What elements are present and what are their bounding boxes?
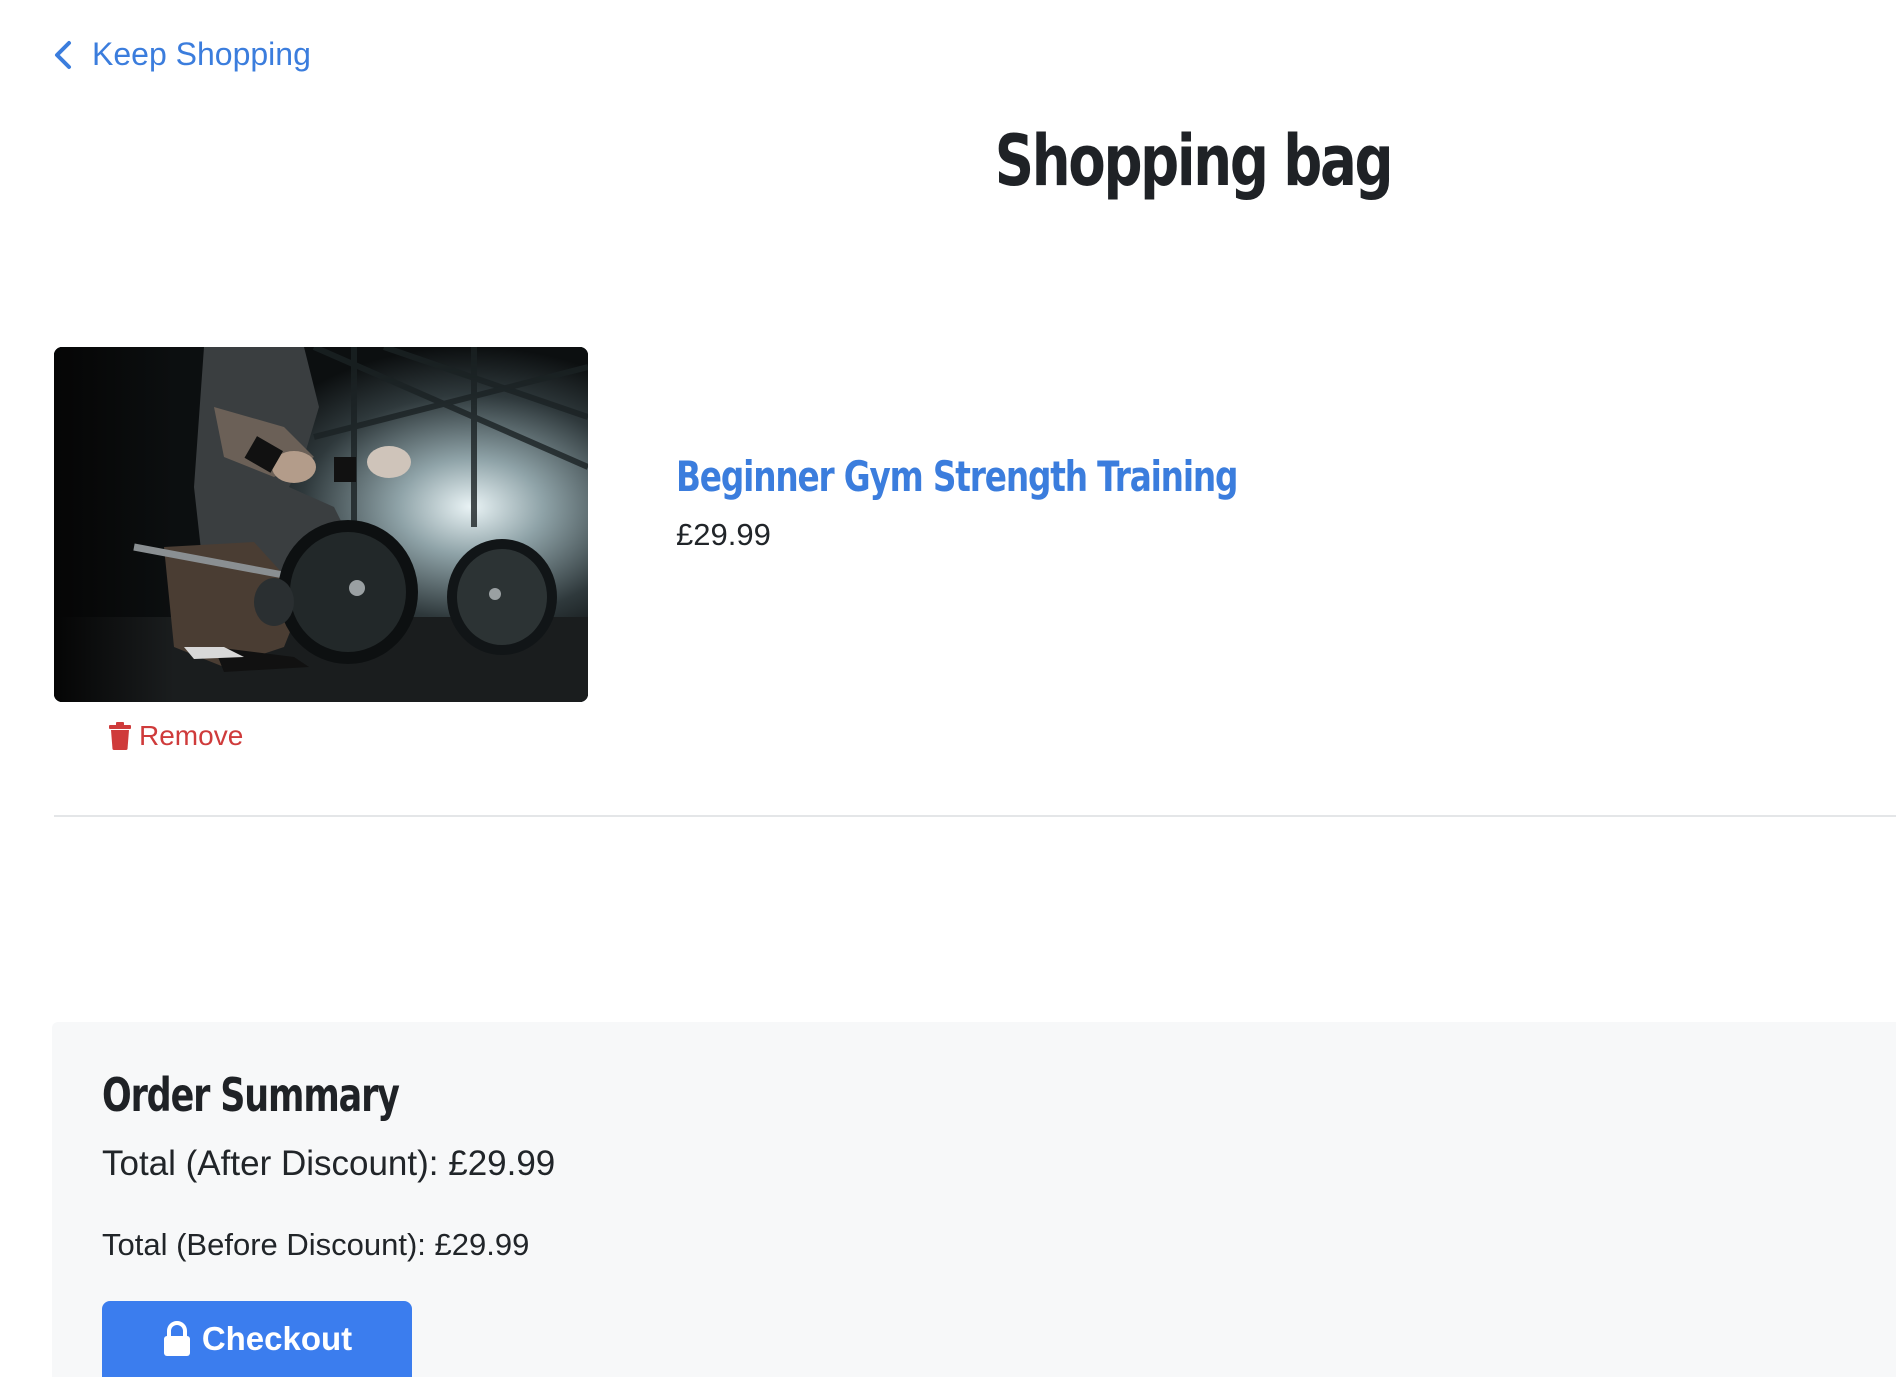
shopping-bag-page: Keep Shopping Shopping bag Remove Beginn… bbox=[0, 0, 1896, 1377]
product-name-link[interactable]: Beginner Gym Strength Training bbox=[676, 452, 1239, 501]
total-after-discount: Total (After Discount): £29.99 bbox=[102, 1144, 556, 1183]
keep-shopping-label: Keep Shopping bbox=[92, 36, 311, 72]
product-image[interactable] bbox=[54, 347, 588, 702]
product-price: £29.99 bbox=[676, 517, 771, 552]
lock-icon bbox=[163, 1321, 190, 1356]
remove-button[interactable]: Remove bbox=[109, 720, 243, 752]
checkout-button[interactable]: Checkout bbox=[102, 1301, 412, 1377]
keep-shopping-link[interactable]: Keep Shopping bbox=[52, 36, 311, 73]
divider bbox=[54, 815, 1896, 817]
gym-barbell-photo bbox=[54, 347, 588, 702]
order-summary: Order Summary Total (After Discount): £2… bbox=[52, 1022, 1896, 1377]
total-before-discount: Total (Before Discount): £29.99 bbox=[102, 1227, 530, 1262]
summary-title: Order Summary bbox=[102, 1068, 400, 1122]
trash-icon bbox=[109, 722, 131, 750]
checkout-label: Checkout bbox=[201, 1320, 353, 1357]
page-title: Shopping bag bbox=[994, 120, 1394, 202]
chevron-left-icon bbox=[55, 40, 71, 69]
cart-item: Remove Beginner Gym Strength Training £2… bbox=[54, 347, 1896, 815]
remove-label: Remove bbox=[139, 720, 244, 751]
